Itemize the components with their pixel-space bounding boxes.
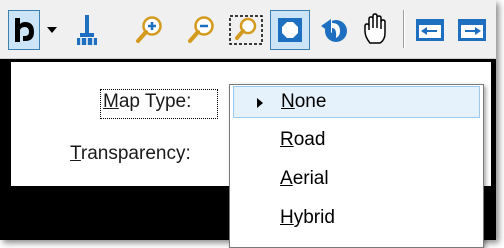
previous-view-button[interactable]: [412, 10, 448, 50]
map-type-dropdown-list[interactable]: None Road Aerial Hybrid: [229, 84, 484, 248]
map-type-option-road[interactable]: Road: [233, 125, 480, 157]
rotate-view-icon: [320, 14, 350, 46]
view-toolbar: [0, 0, 496, 59]
zoom-out-icon: [186, 14, 216, 46]
fit-view-button[interactable]: [270, 10, 310, 50]
toolbar-separator-highlight: [404, 10, 405, 48]
rotate-view-button[interactable]: [318, 10, 352, 50]
select-arrow-icon: [12, 16, 36, 44]
map-type-label: Map Type:: [103, 91, 192, 112]
option-label: Hybrid: [280, 207, 335, 228]
selected-marker-icon: [257, 98, 263, 108]
select-dropdown-button[interactable]: [42, 10, 62, 50]
zoom-out-button[interactable]: [184, 10, 218, 50]
map-type-option-aerial[interactable]: Aerial: [233, 164, 480, 196]
pan-button[interactable]: [356, 10, 396, 50]
select-tool-button[interactable]: [8, 10, 40, 50]
map-type-option-none[interactable]: None: [233, 86, 480, 118]
paint-brush-button[interactable]: [70, 10, 104, 50]
next-view-button[interactable]: [454, 10, 490, 50]
pan-hand-icon: [361, 13, 391, 47]
transparency-label: Transparency:: [70, 143, 191, 164]
zoom-window-icon: [228, 13, 264, 47]
option-label: None: [281, 91, 327, 112]
option-label: Aerial: [280, 168, 329, 189]
zoom-in-button[interactable]: [132, 10, 166, 50]
previous-view-icon: [415, 18, 445, 42]
option-label: Road: [280, 129, 326, 150]
fit-view-icon: [274, 14, 306, 46]
paint-brush-icon: [73, 13, 101, 47]
zoom-window-button[interactable]: [226, 10, 266, 50]
next-view-icon: [457, 18, 487, 42]
map-type-option-hybrid[interactable]: Hybrid: [233, 203, 480, 235]
zoom-in-icon: [134, 14, 164, 46]
dropdown-arrow-icon: [46, 26, 58, 34]
